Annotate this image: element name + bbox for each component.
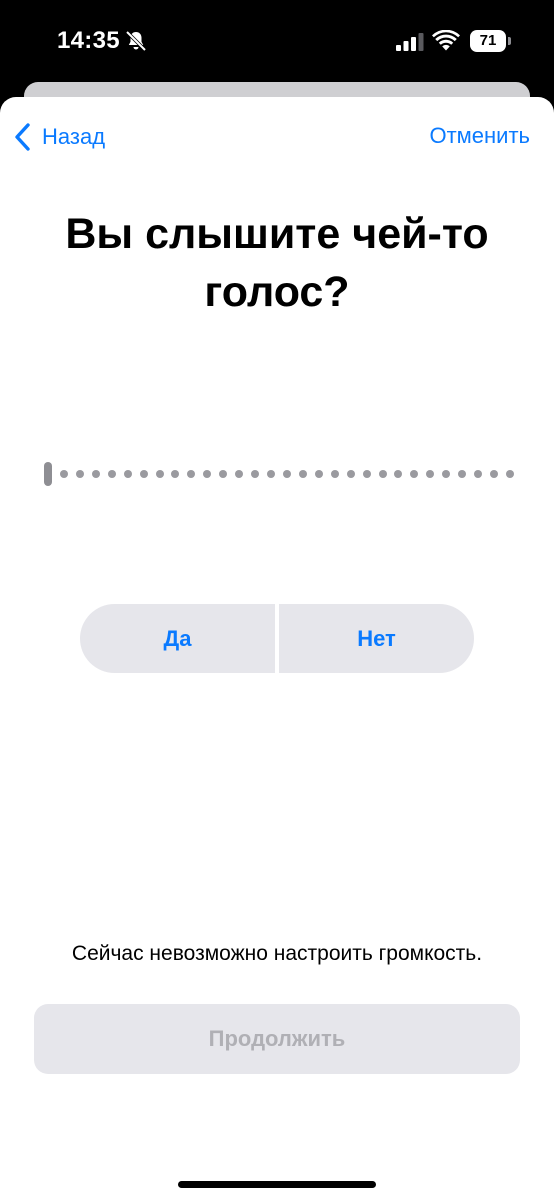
progress-dot <box>155 470 164 478</box>
progress-dot <box>91 470 100 478</box>
progress-dot <box>139 470 148 478</box>
progress-dot <box>458 470 467 478</box>
progress-dot <box>251 470 260 478</box>
progress-dot <box>282 470 291 478</box>
progress-dot <box>219 470 228 478</box>
battery-tip <box>508 37 511 45</box>
bell-slash-icon <box>125 30 147 52</box>
yes-button[interactable]: Да <box>80 604 275 673</box>
back-button[interactable]: Назад <box>12 120 105 154</box>
progress-dot <box>123 470 132 478</box>
progress-dot <box>203 470 212 478</box>
status-time: 14:35 <box>57 27 120 54</box>
progress-dot <box>59 470 68 478</box>
progress-dot <box>490 470 499 478</box>
progress-dot <box>235 470 244 478</box>
progress-dot <box>75 470 84 478</box>
progress-dot <box>346 470 355 478</box>
home-indicator <box>178 1181 376 1188</box>
progress-dot <box>442 470 451 478</box>
progress-dot <box>394 470 403 478</box>
progress-dot <box>426 470 435 478</box>
progress-dot <box>298 470 307 478</box>
cancel-button[interactable]: Отменить <box>429 123 530 149</box>
back-button-label: Назад <box>42 124 106 149</box>
progress-dot <box>506 470 514 478</box>
cellular-signal-icon <box>396 33 424 51</box>
progress-current-marker <box>44 462 52 486</box>
progress-dot <box>314 470 323 478</box>
progress-dot <box>362 470 371 478</box>
progress-dot <box>267 470 276 478</box>
status-bar: 14:35 71 <box>0 0 554 84</box>
battery-icon: 71 <box>470 30 512 52</box>
wifi-icon <box>432 30 460 51</box>
no-button[interactable]: Нет <box>279 604 474 673</box>
answer-segmented-control: Да Нет <box>80 604 474 673</box>
progress-dot <box>330 470 339 478</box>
progress-dot <box>474 470 483 478</box>
page-title: Вы слышите чей-то голос? <box>65 210 489 316</box>
volume-status-text: Сейчас невозможно настроить громкость. <box>71 942 483 965</box>
battery-level: 71 <box>470 30 506 52</box>
progress-dot <box>378 470 387 478</box>
test-progress-indicator <box>44 462 514 486</box>
progress-dot <box>171 470 180 478</box>
progress-dot <box>187 470 196 478</box>
continue-button[interactable]: Продолжить <box>34 1004 520 1074</box>
chevron-left-icon <box>15 123 30 151</box>
progress-dot <box>107 470 116 478</box>
progress-dot <box>410 470 419 478</box>
